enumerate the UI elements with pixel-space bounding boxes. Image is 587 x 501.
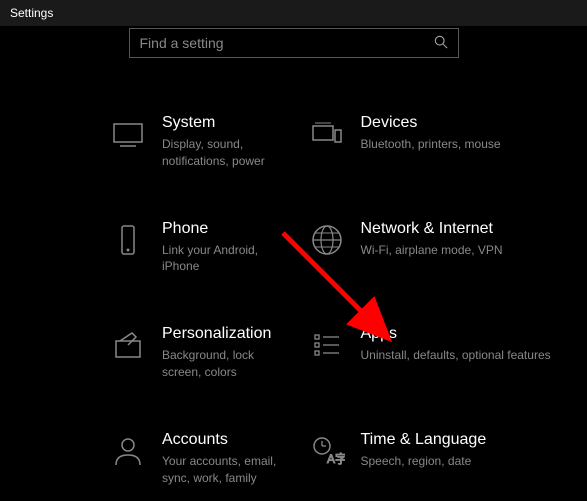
tile-subtitle: Wi-Fi, airplane mode, VPN bbox=[361, 242, 568, 259]
system-icon bbox=[110, 116, 146, 152]
network-icon bbox=[309, 222, 345, 258]
tile-subtitle: Background, lock screen, colors bbox=[162, 347, 289, 381]
tile-accounts[interactable]: Accounts Your accounts, email, sync, wor… bbox=[20, 431, 289, 487]
time-language-icon: A字 bbox=[309, 433, 345, 469]
apps-icon bbox=[309, 327, 345, 363]
tile-title: Devices bbox=[361, 114, 568, 132]
tile-title: Apps bbox=[361, 325, 568, 343]
search-icon bbox=[434, 35, 448, 52]
tile-subtitle: Uninstall, defaults, optional features bbox=[361, 347, 568, 364]
svg-text:A字: A字 bbox=[327, 451, 345, 466]
phone-icon bbox=[110, 222, 146, 258]
tile-title: Network & Internet bbox=[361, 220, 568, 238]
tile-subtitle: Bluetooth, printers, mouse bbox=[361, 136, 568, 153]
tile-subtitle: Speech, region, date bbox=[361, 453, 568, 470]
search-input[interactable] bbox=[140, 35, 434, 51]
titlebar: Settings bbox=[0, 0, 587, 26]
search-box[interactable] bbox=[129, 28, 459, 58]
tile-title: Personalization bbox=[162, 325, 289, 343]
search-row bbox=[0, 28, 587, 58]
tile-title: System bbox=[162, 114, 289, 132]
settings-grid: System Display, sound, notifications, po… bbox=[0, 58, 587, 486]
tile-title: Phone bbox=[162, 220, 289, 238]
tile-title: Time & Language bbox=[361, 431, 568, 449]
tile-system[interactable]: System Display, sound, notifications, po… bbox=[20, 114, 289, 170]
personalization-icon bbox=[110, 327, 146, 363]
tile-apps[interactable]: Apps Uninstall, defaults, optional featu… bbox=[299, 325, 568, 381]
tile-title: Accounts bbox=[162, 431, 289, 449]
accounts-icon bbox=[110, 433, 146, 469]
tile-time-language[interactable]: A字 Time & Language Speech, region, date bbox=[299, 431, 568, 487]
tile-phone[interactable]: Phone Link your Android, iPhone bbox=[20, 220, 289, 276]
tile-subtitle: Display, sound, notifications, power bbox=[162, 136, 289, 170]
tile-network[interactable]: Network & Internet Wi-Fi, airplane mode,… bbox=[299, 220, 568, 276]
tile-personalization[interactable]: Personalization Background, lock screen,… bbox=[20, 325, 289, 381]
tile-devices[interactable]: Devices Bluetooth, printers, mouse bbox=[299, 114, 568, 170]
devices-icon bbox=[309, 116, 345, 152]
tile-subtitle: Your accounts, email, sync, work, family bbox=[162, 453, 289, 487]
tile-subtitle: Link your Android, iPhone bbox=[162, 242, 289, 276]
window-title: Settings bbox=[10, 6, 53, 20]
